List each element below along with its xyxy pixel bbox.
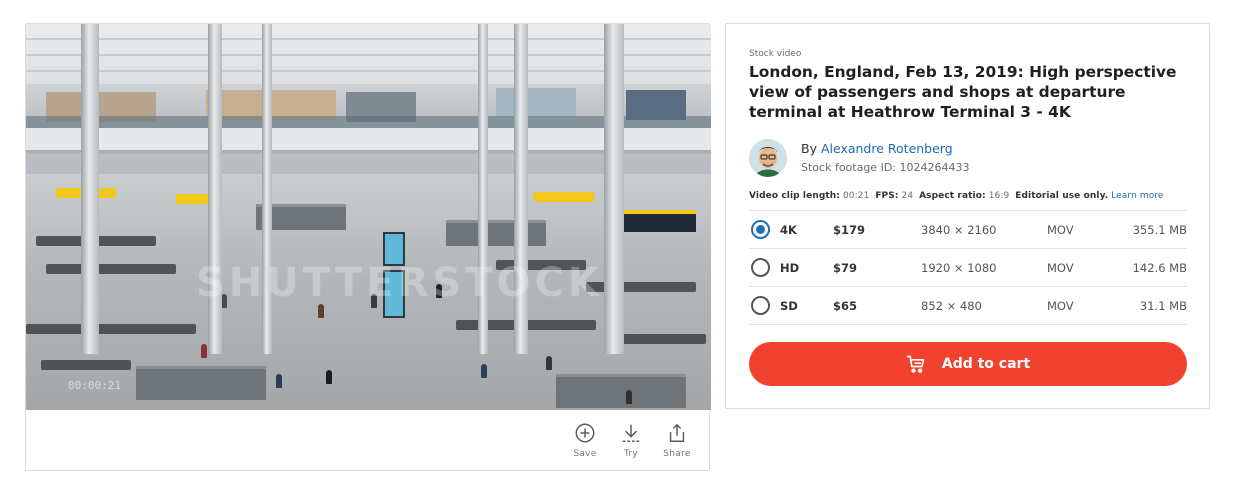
format-option-sd[interactable]: SD $65 852 × 480 MOV 31.1 MB xyxy=(749,287,1187,325)
clip-metadata: Video clip length: 00:21 FPS: 24 Aspect … xyxy=(749,191,1187,201)
page-title: London, England, Feb 13, 2019: High pers… xyxy=(749,63,1177,121)
radio-unselected-icon[interactable] xyxy=(751,296,770,315)
format-filesize: 355.1 MB xyxy=(1132,222,1187,237)
try-button[interactable]: Try xyxy=(613,422,649,459)
fps-label: FPS: xyxy=(875,191,899,201)
share-button[interactable]: Share xyxy=(659,422,695,459)
format-price: $179 xyxy=(833,222,866,237)
save-button[interactable]: Save xyxy=(567,422,603,459)
author-link[interactable]: Alexandre Rotenberg xyxy=(821,141,953,156)
format-name: SD xyxy=(780,298,798,313)
save-label: Save xyxy=(573,449,597,459)
video-preview[interactable]: SHUTTERSTOCK 00:00:21 xyxy=(26,24,711,410)
download-icon xyxy=(622,424,640,442)
radio-selected-icon[interactable] xyxy=(751,220,770,239)
format-resolution: 852 × 480 xyxy=(921,298,982,313)
format-options: 4K $179 3840 × 2160 MOV 355.1 MB HD $79 … xyxy=(749,210,1187,325)
aspect-ratio-value: 16:9 xyxy=(988,191,1010,201)
author-block: By Alexandre Rotenberg Stock footage ID:… xyxy=(749,139,1187,177)
video-timecode: 00:00:21 xyxy=(68,379,121,392)
format-name: HD xyxy=(780,260,800,275)
add-to-cart-button[interactable]: Add to cart xyxy=(749,342,1187,386)
video-actions: Save Try Share xyxy=(567,422,695,459)
format-name: 4K xyxy=(780,222,797,237)
footage-id: Stock footage ID: 1024264433 xyxy=(801,161,970,174)
format-resolution: 1920 × 1080 xyxy=(921,260,997,275)
watermark: SHUTTERSTOCK xyxy=(196,260,603,306)
video-card: SHUTTERSTOCK 00:00:21 Save Try Share xyxy=(25,23,711,471)
format-option-hd[interactable]: HD $79 1920 × 1080 MOV 142.6 MB xyxy=(749,249,1187,287)
editorial-notice: Editorial use only. xyxy=(1015,191,1109,201)
share-label: Share xyxy=(663,449,691,459)
fps-value: 24 xyxy=(901,191,914,201)
avatar[interactable] xyxy=(749,139,787,177)
details-panel: Stock video London, England, Feb 13, 201… xyxy=(725,23,1210,409)
format-filesize: 31.1 MB xyxy=(1139,298,1187,313)
add-to-cart-label: Add to cart xyxy=(941,356,1031,372)
format-resolution: 3840 × 2160 xyxy=(921,222,997,237)
format-filesize: 142.6 MB xyxy=(1132,260,1187,275)
format-filetype: MOV xyxy=(1047,260,1074,275)
plus-circle-icon xyxy=(575,423,595,443)
author-prefix: By xyxy=(801,141,821,156)
format-price: $79 xyxy=(833,260,858,275)
learn-more-link[interactable]: Learn more xyxy=(1111,191,1163,201)
clip-length-value: 00:21 xyxy=(842,191,870,201)
clip-length-label: Video clip length: xyxy=(749,191,840,201)
radio-unselected-icon[interactable] xyxy=(751,258,770,277)
asset-type-label: Stock video xyxy=(749,49,802,59)
format-filetype: MOV xyxy=(1047,222,1074,237)
format-filetype: MOV xyxy=(1047,298,1074,313)
format-price: $65 xyxy=(833,298,858,313)
aspect-ratio-label: Aspect ratio: xyxy=(919,191,986,201)
format-option-4k[interactable]: 4K $179 3840 × 2160 MOV 355.1 MB xyxy=(749,211,1187,249)
try-label: Try xyxy=(623,449,639,459)
author-line: By Alexandre Rotenberg xyxy=(801,140,969,158)
cart-icon xyxy=(906,355,925,373)
share-icon xyxy=(669,423,685,442)
